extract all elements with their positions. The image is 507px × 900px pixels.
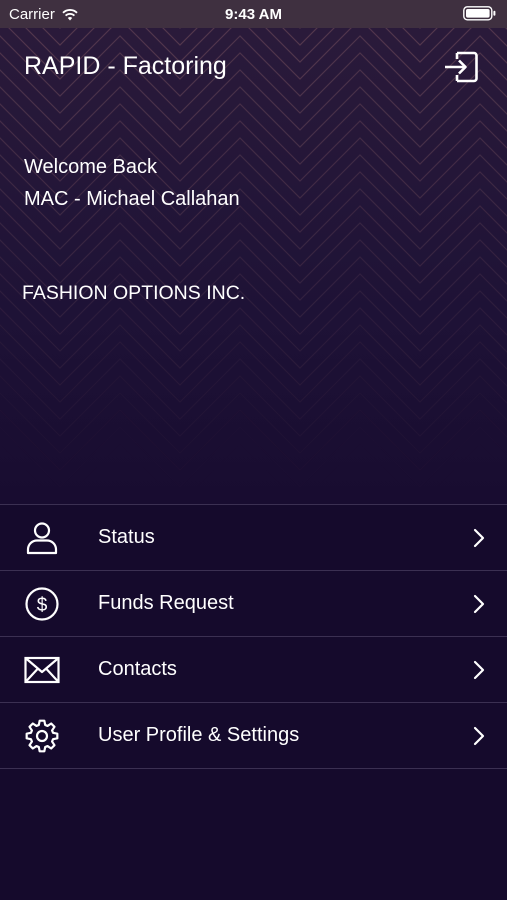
gear-icon: [25, 719, 59, 753]
menu-item-label: User Profile & Settings: [98, 724, 300, 746]
user-name: MAC - Michael Callahan: [24, 188, 240, 210]
menu-item-label: Status: [98, 526, 155, 548]
chevron-right-icon: [473, 528, 485, 548]
hero-header: [0, 28, 507, 504]
logout-button[interactable]: [441, 48, 481, 86]
status-bar: Carrier 9:43 AM: [0, 0, 507, 28]
app-title: RAPID - Factoring: [24, 52, 227, 80]
status-time: 9:43 AM: [225, 6, 282, 23]
envelope-icon: [24, 656, 60, 684]
dollar-circle-icon: $: [25, 587, 59, 621]
main-menu: Status $ Funds Request Contacts User Pro…: [0, 504, 507, 769]
welcome-line: Welcome Back: [24, 156, 158, 178]
chevron-right-icon: [473, 726, 485, 746]
menu-item-label: Funds Request: [98, 592, 234, 614]
company-name: FASHION OPTIONS INC.: [22, 282, 246, 304]
chevron-right-icon: [473, 660, 485, 680]
chevron-pattern-background: [0, 28, 507, 454]
menu-item-funds-request[interactable]: $ Funds Request: [0, 570, 507, 636]
menu-item-label: Contacts: [98, 658, 177, 680]
menu-item-status[interactable]: Status: [0, 504, 507, 570]
welcome-block: Welcome Back MAC - Michael Callahan: [24, 151, 240, 215]
menu-item-user-profile-settings[interactable]: User Profile & Settings: [0, 702, 507, 769]
svg-text:$: $: [37, 595, 48, 616]
logout-icon: [445, 51, 478, 83]
battery-icon: [463, 6, 497, 25]
menu-item-contacts[interactable]: Contacts: [0, 636, 507, 702]
person-icon: [26, 522, 58, 555]
chevron-right-icon: [473, 594, 485, 614]
